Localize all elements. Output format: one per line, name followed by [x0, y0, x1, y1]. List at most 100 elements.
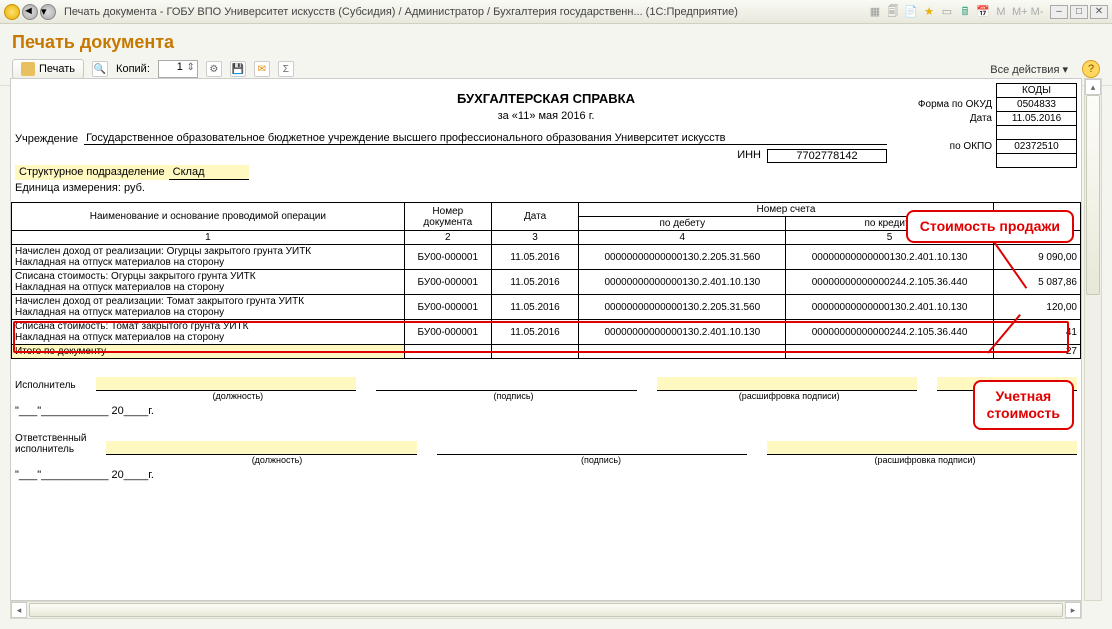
inn-value: 7702778142 — [767, 149, 887, 163]
table-row: Начислен доход от реализации: Огурцы зак… — [12, 245, 1081, 270]
row-date: 11.05.2016 — [491, 245, 578, 270]
sum-icon[interactable]: Σ — [278, 61, 294, 77]
total-row: Итого по документу 27 — [12, 345, 1081, 359]
row-num: БУ00-000001 — [404, 295, 491, 320]
okud-label: Форма по ОКУД — [910, 98, 997, 112]
caption: (подпись) — [449, 455, 753, 465]
th-docnum: Номер документа — [404, 203, 491, 231]
date-fill: "___"___________ 20____г. — [11, 401, 1081, 429]
mail-icon[interactable]: ✉ — [254, 61, 270, 77]
row-debit: 00000000000000130.2.205.31.560 — [579, 245, 786, 270]
row-credit: 00000000000000244.2.105.36.440 — [786, 270, 993, 295]
sign-field — [96, 377, 356, 391]
scroll-thumb[interactable] — [1086, 95, 1100, 295]
scroll-right-icon[interactable]: ▸ — [1065, 602, 1081, 618]
window-controls: – □ ✕ — [1050, 5, 1108, 19]
caption: (расшифровка подписи) — [773, 455, 1077, 465]
row-name: Списана стоимость: Томат закрытого грунт… — [15, 321, 248, 332]
row-credit: 00000000000000244.2.105.36.440 — [786, 320, 993, 345]
total-label: Итого по документу — [12, 345, 405, 359]
minimize-button[interactable]: – — [1050, 5, 1068, 19]
row-debit: 00000000000000130.2.205.31.560 — [579, 295, 786, 320]
row-sub: Накладная на отпуск материалов на сторон… — [15, 332, 224, 343]
row-date: 11.05.2016 — [491, 320, 578, 345]
colnum: 3 — [491, 231, 578, 245]
printer-icon — [21, 62, 35, 76]
row-sum: 5 087,86 — [993, 270, 1080, 295]
nav-back-icon[interactable]: ◄ — [22, 4, 38, 20]
copies-input[interactable]: 1 — [158, 60, 198, 78]
window-titlebar: ◄ ▾ Печать документа - ГОБУ ВПО Универси… — [0, 0, 1112, 24]
vertical-scrollbar[interactable]: ▴ — [1084, 78, 1102, 601]
help-button[interactable]: ? — [1082, 60, 1100, 78]
title-tools: ▦ 🗐 📄 ★ ▭ 🖩 📅 M M+ M- — [868, 5, 1044, 19]
date-label: Дата — [910, 112, 997, 126]
scroll-left-icon[interactable]: ◂ — [11, 602, 27, 618]
horizontal-scrollbar[interactable]: ◂ ▸ — [10, 601, 1082, 619]
callout-book-cost: Учетнаястоимость — [973, 380, 1074, 430]
close-button[interactable]: ✕ — [1090, 5, 1108, 19]
calendar-icon[interactable]: 📅 — [976, 5, 990, 19]
tool-icon[interactable]: ▭ — [940, 5, 954, 19]
row-sub: Накладная на отпуск материалов на сторон… — [15, 307, 224, 318]
row-num: БУ00-000001 — [404, 270, 491, 295]
calc-icon[interactable]: 🖩 — [958, 5, 972, 19]
sign-field — [657, 377, 917, 391]
print-button[interactable]: Печать — [12, 59, 84, 79]
org-label: Учреждение — [15, 133, 78, 145]
row-sum: 120,00 — [993, 295, 1080, 320]
preview-icon[interactable]: 🔍 — [92, 61, 108, 77]
row-num: БУ00-000001 — [404, 245, 491, 270]
tool-icon[interactable]: 🗐 — [886, 5, 900, 19]
m-plus-button[interactable]: M+ — [1012, 5, 1026, 19]
codes-box: КОДЫ Форма по ОКУД0504833 Дата11.05.2016… — [910, 83, 1077, 168]
th-debit: по дебету — [579, 217, 786, 231]
nav-forward-icon[interactable]: ▾ — [40, 4, 56, 20]
resp-executor-label: Ответственныйисполнитель — [15, 433, 86, 455]
copies-label: Копий: — [116, 63, 150, 75]
window-title: Печать документа - ГОБУ ВПО Университет … — [64, 6, 868, 18]
row-date: 11.05.2016 — [491, 295, 578, 320]
maximize-button[interactable]: □ — [1070, 5, 1088, 19]
caption: (расшифровка подписи) — [661, 391, 917, 401]
tool-icon[interactable]: 📄 — [904, 5, 918, 19]
scroll-thumb[interactable] — [29, 603, 1063, 617]
table-row: Начислен доход от реализации: Томат закр… — [12, 295, 1081, 320]
scroll-up-icon[interactable]: ▴ — [1085, 79, 1101, 95]
table-row: Списана стоимость: Огурцы закрытого грун… — [12, 270, 1081, 295]
print-label: Печать — [39, 63, 75, 75]
m-minus-button[interactable]: M- — [1030, 5, 1044, 19]
sign-field — [106, 441, 416, 455]
row-date: 11.05.2016 — [491, 270, 578, 295]
page-header: Печать документа — [0, 24, 1112, 57]
document-preview: БУХГАЛТЕРСКАЯ СПРАВКА за «11» мая 2016 г… — [10, 78, 1082, 601]
m-button[interactable]: M — [994, 5, 1008, 19]
total-value: 27 — [993, 345, 1080, 359]
okud-value: 0504833 — [997, 98, 1077, 112]
codes-header: КОДЫ — [997, 84, 1077, 98]
date-value: 11.05.2016 — [997, 112, 1077, 126]
th-name: Наименование и основание проводимой опер… — [12, 203, 405, 231]
okpo-value: 02372510 — [997, 140, 1077, 154]
caption: (должность) — [125, 455, 429, 465]
colnum: 1 — [12, 231, 405, 245]
favorite-icon[interactable]: ★ — [922, 5, 936, 19]
struct-value: Склад — [169, 165, 249, 180]
row-name: Начислен доход от реализации: Огурцы зак… — [15, 246, 311, 257]
sign-field — [767, 441, 1077, 455]
colnum: 4 — [579, 231, 786, 245]
date-fill: "___"___________ 20____г. — [11, 465, 1081, 493]
callout-sale-cost: Стоимость продажи — [906, 210, 1074, 243]
row-num: БУ00-000001 — [404, 320, 491, 345]
row-sub: Накладная на отпуск материалов на сторон… — [15, 257, 224, 268]
th-date: Дата — [491, 203, 578, 231]
okpo-label: по ОКПО — [910, 140, 997, 154]
inn-label: ИНН — [737, 149, 761, 163]
save-icon[interactable]: 💾 — [230, 61, 246, 77]
settings-icon[interactable]: ⚙ — [206, 61, 222, 77]
all-actions-menu[interactable]: Все действия ▾ — [990, 63, 1068, 76]
app-icon — [4, 4, 20, 20]
org-value: Государственное образовательное бюджетно… — [84, 132, 887, 145]
colnum: 2 — [404, 231, 491, 245]
tool-icon[interactable]: ▦ — [868, 5, 882, 19]
